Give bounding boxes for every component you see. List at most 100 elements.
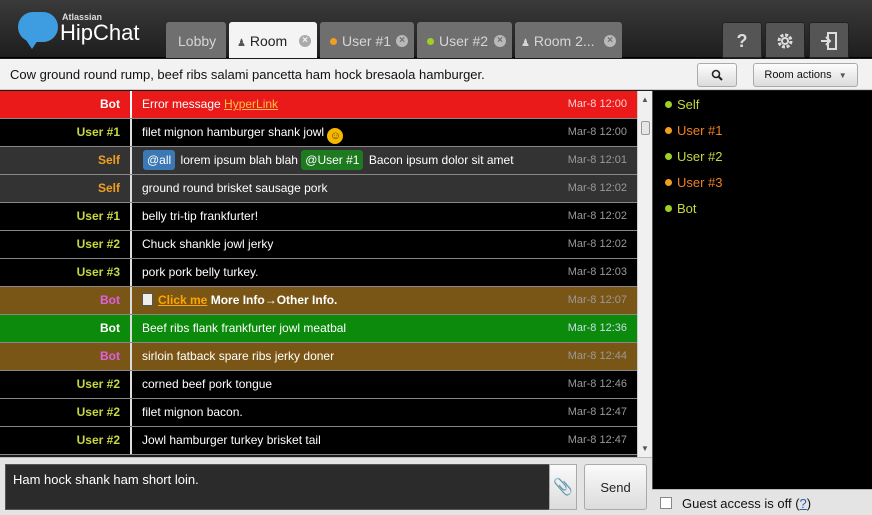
status-dot-icon bbox=[330, 38, 337, 45]
room-actions-button[interactable]: Room actions ▼ bbox=[753, 63, 858, 87]
guest-access-checkbox[interactable] bbox=[660, 497, 672, 509]
tab-user-1-label: User #1 bbox=[342, 33, 392, 49]
message-body: filet mignon hamburger shank jowl bbox=[142, 125, 325, 139]
scroll-up-icon[interactable]: ▲ bbox=[641, 95, 649, 104]
message-time: Mar-8 12:47 bbox=[567, 406, 627, 418]
message-time: Mar-8 12:00 bbox=[567, 98, 627, 110]
tab-room[interactable]: ♟ Room × bbox=[229, 22, 317, 58]
close-tab-room-icon[interactable]: × bbox=[299, 35, 311, 47]
divider bbox=[130, 399, 132, 426]
roster-user-name: User #2 bbox=[677, 149, 723, 164]
roster-user-3[interactable]: User #3 bbox=[665, 175, 723, 191]
message-row: Bot Click me More Info→Other Info. Mar-8… bbox=[0, 287, 637, 315]
topic-bar: Cow ground round rump, beef ribs salami … bbox=[0, 59, 872, 90]
message-text: Click me More Info→Other Info. bbox=[142, 287, 337, 314]
message-body: Error message bbox=[142, 97, 225, 111]
message-text: corned beef pork tongue bbox=[142, 377, 273, 391]
exit-icon bbox=[821, 32, 837, 50]
message-body: lorem ipsum blah blah bbox=[180, 153, 298, 167]
message-time: Mar-8 12:01 bbox=[567, 154, 627, 166]
divider bbox=[130, 371, 132, 398]
guest-help-link[interactable]: ? bbox=[800, 496, 807, 511]
guest-access-label: Guest access is off (?) bbox=[682, 496, 811, 511]
tab-lobby-label: Lobby bbox=[178, 33, 217, 49]
roster-user-self[interactable]: Self bbox=[665, 97, 699, 113]
close-tab-user-2-icon[interactable]: × bbox=[494, 35, 506, 47]
divider bbox=[130, 427, 132, 454]
status-dot-icon bbox=[665, 153, 672, 160]
document-icon bbox=[142, 293, 153, 306]
help-button[interactable]: ? bbox=[722, 22, 762, 58]
message-time: Mar-8 12:47 bbox=[567, 434, 627, 446]
smiley-emoticon-icon: ☺ bbox=[327, 128, 344, 144]
message-time: Mar-8 12:02 bbox=[567, 210, 627, 222]
send-button[interactable]: Send bbox=[584, 464, 647, 510]
search-button[interactable] bbox=[697, 63, 737, 87]
mention-user[interactable]: @User #1 bbox=[301, 150, 364, 170]
guest-access-text: Guest access is off ( bbox=[682, 496, 800, 511]
message-list[interactable]: Bot Error message HyperLink Mar-8 12:00 … bbox=[0, 91, 637, 457]
message-input[interactable]: Ham hock shank ham short loin. bbox=[5, 464, 550, 510]
message-time: Mar-8 12:36 bbox=[567, 322, 627, 334]
message-link[interactable]: HyperLink bbox=[224, 97, 278, 111]
roster-user-1[interactable]: User #1 bbox=[665, 123, 723, 139]
message-text: sirloin fatback spare ribs jerky doner bbox=[142, 349, 335, 363]
search-icon bbox=[711, 69, 723, 81]
tab-user-2[interactable]: User #2 × bbox=[417, 22, 512, 58]
settings-button[interactable] bbox=[765, 22, 805, 58]
message-row: User #2 corned beef pork tongue Mar-8 12… bbox=[0, 371, 637, 399]
roster-user-2[interactable]: User #2 bbox=[665, 149, 723, 165]
message-sender: Bot bbox=[100, 97, 120, 111]
mention-all[interactable]: @all bbox=[143, 150, 176, 170]
tab-lobby[interactable]: Lobby bbox=[166, 22, 226, 58]
guest-access-close: ) bbox=[806, 496, 812, 511]
message-sender: User #2 bbox=[76, 237, 120, 251]
message-row: User #2 Jowl hamburger turkey brisket ta… bbox=[0, 427, 637, 455]
message-row: Bot Beef ribs flank frankfurter jowl mea… bbox=[0, 315, 637, 343]
message-suffix: . bbox=[334, 293, 338, 307]
divider bbox=[130, 287, 132, 314]
tab-user-1[interactable]: User #1 × bbox=[320, 22, 414, 58]
scroll-down-icon[interactable]: ▼ bbox=[641, 444, 649, 453]
status-dot-icon bbox=[665, 205, 672, 212]
message-text: Jowl hamburger turkey brisket tail bbox=[142, 433, 321, 447]
message-text: filet mignon bacon. bbox=[142, 405, 243, 419]
logout-button[interactable] bbox=[809, 22, 849, 58]
tab-room-2[interactable]: ♟ Room 2... × bbox=[515, 22, 622, 58]
hipchat-logo: Atlassian HipChat bbox=[18, 8, 168, 52]
message-text: Chuck shankle jowl jerky bbox=[142, 237, 274, 251]
message-sender: Bot bbox=[100, 321, 120, 335]
message-time: Mar-8 12:02 bbox=[567, 182, 627, 194]
message-row: User #3 pork pork belly turkey. Mar-8 12… bbox=[0, 259, 637, 287]
close-tab-user-1-icon[interactable]: × bbox=[396, 35, 408, 47]
close-tab-room-2-icon[interactable]: × bbox=[604, 35, 616, 47]
brand-name-label: HipChat bbox=[60, 20, 140, 45]
divider bbox=[130, 175, 132, 202]
roster-user-bot[interactable]: Bot bbox=[665, 201, 697, 217]
click-me-link[interactable]: Click me bbox=[158, 293, 207, 307]
message-row: Self ground round brisket sausage pork M… bbox=[0, 175, 637, 203]
divider bbox=[130, 147, 132, 174]
status-dot-icon bbox=[665, 101, 672, 108]
message-text: Error message HyperLink bbox=[142, 91, 278, 118]
tab-user-2-label: User #2 bbox=[439, 33, 489, 49]
users-icon: ♟ bbox=[521, 38, 530, 49]
message-row: Bot sirloin fatback spare ribs jerky don… bbox=[0, 343, 637, 371]
message-sender: Self bbox=[97, 153, 120, 167]
help-icon: ? bbox=[736, 31, 748, 51]
scrollbar-thumb[interactable] bbox=[641, 121, 650, 135]
tab-room-2-label: Room 2... bbox=[533, 33, 595, 49]
message-sender: Self bbox=[97, 181, 120, 195]
message-time: Mar-8 12:46 bbox=[567, 378, 627, 390]
room-actions-label: Room actions bbox=[764, 69, 832, 81]
tab-room-label: Room bbox=[249, 33, 288, 49]
paperclip-icon: 📎 bbox=[553, 479, 573, 496]
status-dot-icon bbox=[665, 179, 672, 186]
message-sender: User #2 bbox=[76, 377, 120, 391]
attach-button[interactable]: 📎 bbox=[549, 464, 577, 510]
room-topic: Cow ground round rump, beef ribs salami … bbox=[10, 67, 485, 82]
message-scrollbar[interactable]: ▲ ▼ bbox=[637, 91, 652, 457]
divider bbox=[130, 315, 132, 342]
message-text: filet mignon hamburger shank jowl ☺ bbox=[142, 119, 344, 146]
message-sender: User #1 bbox=[76, 125, 120, 139]
